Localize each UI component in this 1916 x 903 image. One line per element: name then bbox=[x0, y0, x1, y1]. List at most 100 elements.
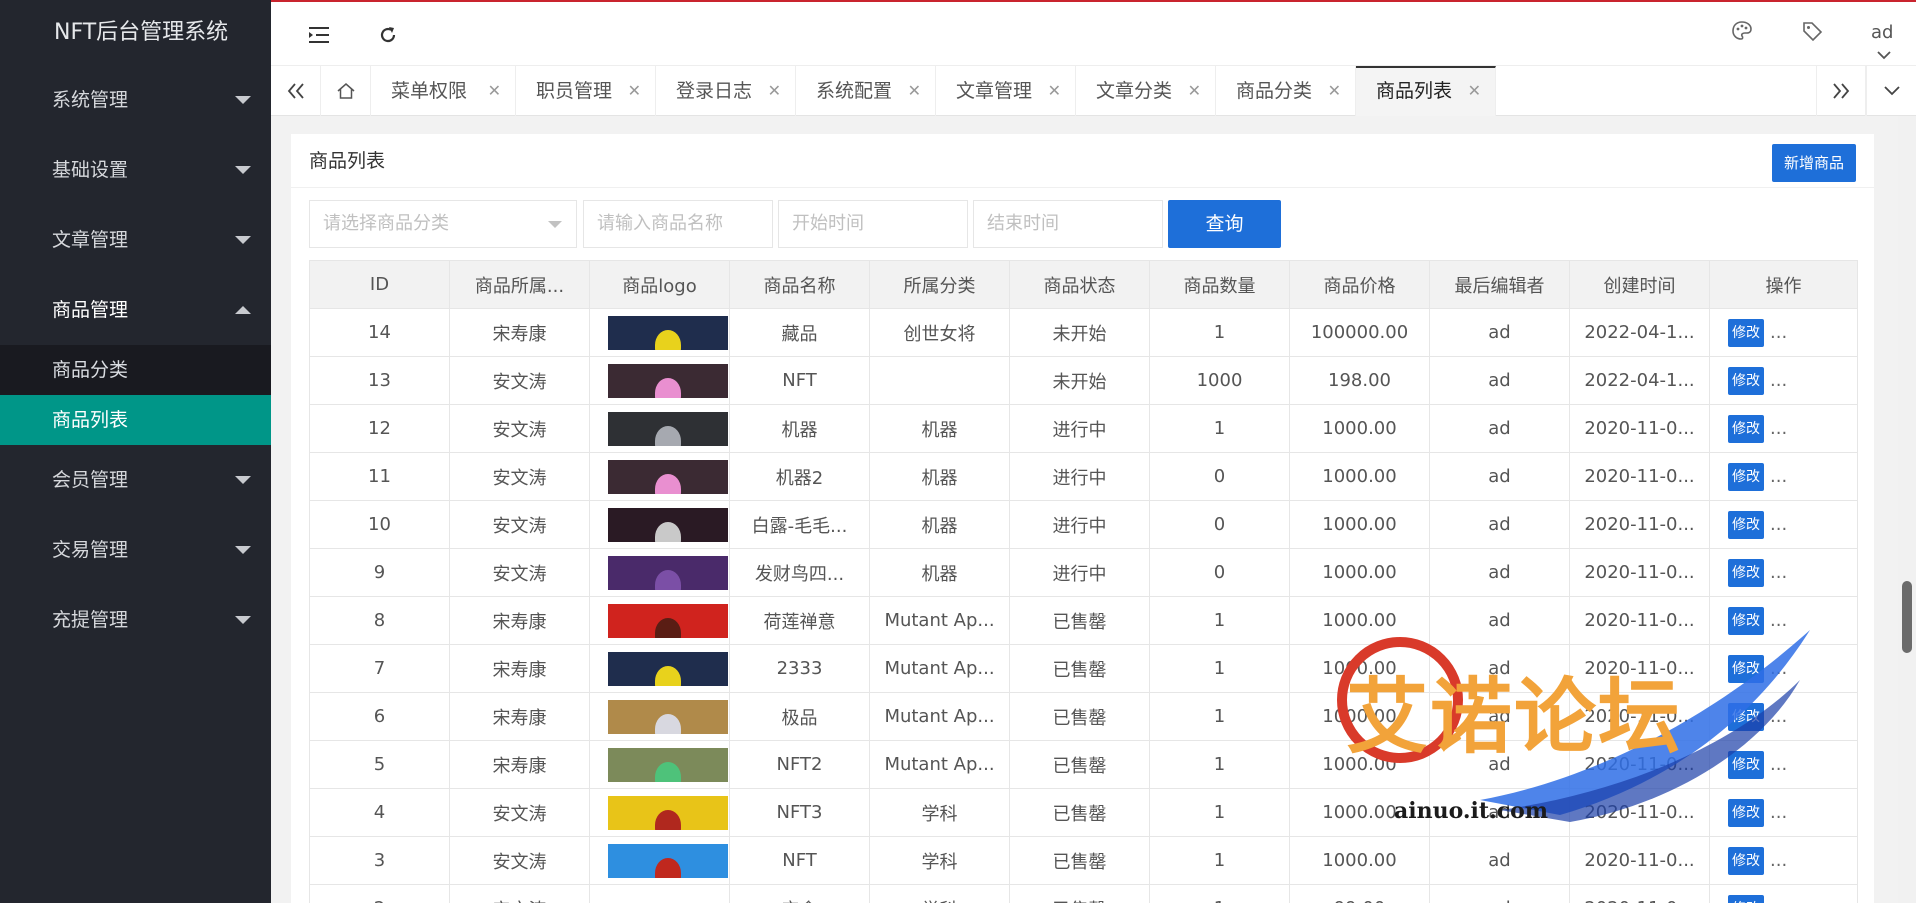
product-logo-image[interactable] bbox=[608, 411, 728, 446]
close-icon[interactable]: ✕ bbox=[1048, 66, 1061, 116]
product-name-input[interactable]: 请输入商品名称 bbox=[583, 200, 773, 248]
tabs-menu-chevron-icon[interactable] bbox=[1866, 66, 1916, 116]
col-header-logo[interactable]: 商品logo bbox=[589, 260, 730, 309]
more-actions[interactable]: ... bbox=[1770, 802, 1787, 823]
sidebar-item-basic-settings[interactable]: 基础设置 bbox=[0, 135, 271, 205]
more-actions[interactable]: ... bbox=[1770, 370, 1787, 391]
sidebar-item-trades[interactable]: 交易管理 bbox=[0, 515, 271, 585]
tab-system-config[interactable]: 系统配置 ✕ bbox=[796, 66, 936, 116]
sidebar-item-products[interactable]: 商品管理 bbox=[0, 275, 271, 345]
edit-button[interactable]: 修改 bbox=[1728, 414, 1764, 443]
col-header-category[interactable]: 所属分类 bbox=[869, 260, 1010, 309]
product-logo-image[interactable] bbox=[608, 651, 728, 686]
edit-button[interactable]: 修改 bbox=[1728, 510, 1764, 539]
cell-actions: 修改... bbox=[1709, 308, 1858, 357]
col-header-name[interactable]: 商品名称 bbox=[729, 260, 870, 309]
edit-button[interactable]: 修改 bbox=[1728, 462, 1764, 491]
tag-icon[interactable] bbox=[1801, 20, 1823, 50]
tab-staff[interactable]: 职员管理 ✕ bbox=[516, 66, 656, 116]
page-scrollbar[interactable] bbox=[1898, 116, 1916, 903]
close-icon[interactable]: ✕ bbox=[1468, 68, 1481, 114]
cell-category: 机器 bbox=[869, 500, 1010, 549]
sidebar-item-articles[interactable]: 文章管理 bbox=[0, 205, 271, 275]
edit-button[interactable]: 修改 bbox=[1728, 798, 1764, 827]
col-header-quantity[interactable]: 商品数量 bbox=[1149, 260, 1290, 309]
product-logo-image[interactable] bbox=[608, 459, 728, 494]
sidebar-item-label: 会员管理 bbox=[52, 469, 129, 491]
tabs-scroll-right-icon[interactable] bbox=[1816, 66, 1866, 116]
scrollbar-thumb[interactable] bbox=[1902, 581, 1912, 653]
more-actions[interactable]: ... bbox=[1770, 418, 1787, 439]
add-product-button[interactable]: 新增商品 bbox=[1771, 144, 1856, 182]
tab-product-categories[interactable]: 商品分类 ✕ bbox=[1216, 66, 1356, 116]
close-icon[interactable]: ✕ bbox=[908, 66, 921, 116]
product-logo-image[interactable] bbox=[608, 699, 728, 734]
tab-product-list[interactable]: 商品列表 ✕ bbox=[1356, 66, 1496, 116]
edit-button[interactable]: 修改 bbox=[1728, 750, 1764, 779]
menu-fold-icon[interactable] bbox=[304, 20, 334, 50]
close-icon[interactable]: ✕ bbox=[1188, 66, 1201, 116]
more-actions[interactable]: ... bbox=[1770, 754, 1787, 775]
tab-login-logs[interactable]: 登录日志 ✕ bbox=[656, 66, 796, 116]
table-row: 6 宋寿康 极品 Mutant Ap... 已售罄 1 1000.00 ad 2020-11-0… bbox=[309, 692, 1858, 741]
more-actions[interactable]: ... bbox=[1770, 850, 1787, 871]
tabs-scroll-left-icon[interactable] bbox=[271, 66, 321, 116]
col-header-created[interactable]: 创建时间 bbox=[1569, 260, 1710, 309]
edit-button[interactable]: 修改 bbox=[1728, 654, 1764, 683]
product-logo-image[interactable] bbox=[608, 315, 728, 350]
user-menu[interactable]: ad bbox=[1871, 22, 1916, 59]
product-logo-image[interactable] bbox=[608, 363, 728, 398]
product-logo-image[interactable] bbox=[608, 555, 728, 590]
more-actions[interactable]: ... bbox=[1770, 610, 1787, 631]
close-icon[interactable]: ✕ bbox=[1328, 66, 1341, 116]
col-header-status[interactable]: 商品状态 bbox=[1009, 260, 1150, 309]
category-select[interactable]: 请选择商品分类 bbox=[309, 200, 577, 248]
cell-price: 1000.00 bbox=[1289, 692, 1430, 741]
sidebar-item-members[interactable]: 会员管理 bbox=[0, 445, 271, 515]
more-actions[interactable]: ... bbox=[1770, 322, 1787, 343]
edit-button[interactable]: 修改 bbox=[1728, 606, 1764, 635]
start-time-input[interactable]: 开始时间 bbox=[778, 200, 968, 248]
product-logo-image[interactable] bbox=[608, 603, 728, 638]
close-icon[interactable]: ✕ bbox=[768, 66, 781, 116]
caret-down-icon bbox=[235, 476, 251, 484]
cell-editor: ad bbox=[1429, 404, 1570, 453]
more-actions[interactable]: ... bbox=[1770, 466, 1787, 487]
more-actions[interactable]: ... bbox=[1770, 562, 1787, 583]
sidebar-subitem-product-list[interactable]: 商品列表 bbox=[0, 395, 271, 445]
col-header-price[interactable]: 商品价格 bbox=[1289, 260, 1430, 309]
more-actions[interactable]: ... bbox=[1770, 706, 1787, 727]
edit-button[interactable]: 修改 bbox=[1728, 846, 1764, 875]
close-icon[interactable]: ✕ bbox=[488, 66, 501, 116]
cell-name: 白露-毛毛... bbox=[729, 500, 870, 549]
home-icon[interactable] bbox=[321, 66, 371, 116]
product-logo-image[interactable] bbox=[608, 507, 728, 542]
sidebar-item-deposit-withdraw[interactable]: 充提管理 bbox=[0, 585, 271, 655]
more-actions[interactable]: ... bbox=[1770, 658, 1787, 679]
edit-button[interactable]: 修改 bbox=[1728, 558, 1764, 587]
edit-button[interactable]: 修改 bbox=[1728, 318, 1764, 347]
product-logo-image[interactable] bbox=[608, 891, 728, 903]
sidebar-item-system[interactable]: 系统管理 bbox=[0, 65, 271, 135]
product-logo-image[interactable] bbox=[608, 843, 728, 878]
col-header-editor[interactable]: 最后编辑者 bbox=[1429, 260, 1570, 309]
tab-articles[interactable]: 文章管理 ✕ bbox=[936, 66, 1076, 116]
product-logo-image[interactable] bbox=[608, 747, 728, 782]
more-actions[interactable]: ... bbox=[1770, 514, 1787, 535]
sidebar-subitem-product-categories[interactable]: 商品分类 bbox=[0, 345, 271, 395]
product-logo-image[interactable] bbox=[608, 795, 728, 830]
end-time-input[interactable]: 结束时间 bbox=[973, 200, 1163, 248]
edit-button[interactable]: 修改 bbox=[1728, 702, 1764, 731]
query-button[interactable]: 查询 bbox=[1168, 200, 1281, 248]
close-icon[interactable]: ✕ bbox=[628, 66, 641, 116]
refresh-icon[interactable] bbox=[373, 20, 403, 50]
more-actions[interactable]: ... bbox=[1770, 898, 1787, 903]
cell-id: 13 bbox=[309, 356, 450, 405]
col-header-id[interactable]: ID bbox=[309, 260, 450, 309]
edit-button[interactable]: 修改 bbox=[1728, 894, 1764, 903]
edit-button[interactable]: 修改 bbox=[1728, 366, 1764, 395]
col-header-owner[interactable]: 商品所属... bbox=[449, 260, 590, 309]
tab-article-categories[interactable]: 文章分类 ✕ bbox=[1076, 66, 1216, 116]
palette-icon[interactable] bbox=[1731, 20, 1753, 50]
tab-menu-permissions[interactable]: 菜单权限 ✕ bbox=[371, 66, 516, 116]
